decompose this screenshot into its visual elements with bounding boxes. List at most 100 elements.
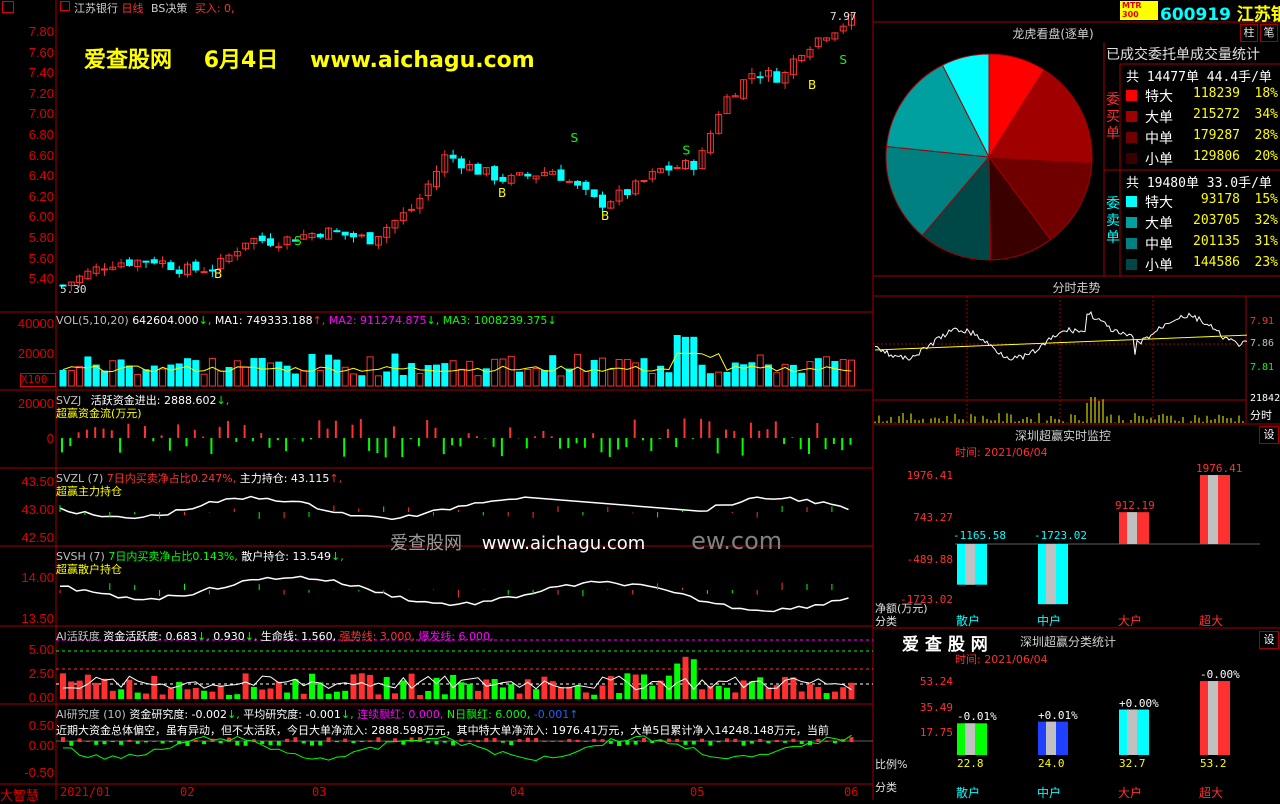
activity-bar	[93, 682, 100, 699]
monitor-bar-label: 912.19	[1115, 499, 1155, 513]
activity-bar	[118, 689, 125, 699]
volume-bar	[457, 368, 465, 387]
candle-body	[275, 246, 283, 249]
volume-bar	[150, 365, 158, 387]
research-red: 连续飘红: 0.000	[357, 708, 440, 721]
activity-bar	[234, 694, 241, 699]
ai-ylabel-2: 0.00	[28, 690, 54, 705]
volume-bar	[823, 356, 831, 387]
monitor-settings-button[interactable]: 设	[1259, 426, 1279, 444]
svsh-title: SVSH (7) 7日内买卖净占比0.143%, 散户持仓: 13.549↓,	[56, 550, 344, 563]
activity-bar	[558, 687, 564, 699]
research-bar	[94, 741, 99, 745]
research-bar	[534, 738, 539, 742]
activity-bar	[815, 687, 822, 699]
classify-settings-button[interactable]: 设	[1259, 631, 1279, 649]
watermark-site: 爱查股网	[84, 48, 173, 73]
watermark-url: www.aichagu.com	[309, 48, 535, 73]
volume-bar	[831, 361, 839, 387]
legend-swatch	[1126, 111, 1137, 122]
activity-bar	[400, 680, 407, 699]
volume-bar	[184, 358, 191, 387]
volume-bar	[715, 371, 723, 387]
volume-bars	[59, 334, 855, 387]
activity-bar	[499, 687, 506, 699]
classify-category: 中户	[1037, 786, 1062, 800]
vol-ma2: MA2: 911274.875	[328, 314, 427, 327]
order-row-value: 129806	[1193, 149, 1240, 164]
research-bar	[442, 741, 447, 743]
research-bar	[583, 740, 588, 742]
high-price-label: 7.97	[830, 10, 857, 23]
vol-title: VOL(5,10,20) 642604.000↓, MA1: 749333.18…	[56, 314, 557, 327]
volume-bar	[557, 375, 565, 387]
candle-body	[350, 233, 357, 238]
research-bar	[791, 738, 796, 742]
tick-view-button[interactable]: 笔	[1260, 24, 1278, 42]
activity-bar	[192, 687, 199, 699]
activity-bar	[740, 680, 747, 699]
volume-bar	[474, 375, 482, 387]
research-bar	[102, 741, 107, 745]
research-bar	[467, 740, 472, 742]
research-bar	[783, 741, 788, 743]
volume-bar	[374, 375, 382, 387]
volume-bar	[76, 366, 84, 387]
volume-bar	[756, 354, 764, 387]
ai-ylabel-1: 2.50	[28, 666, 54, 681]
volume-bar	[449, 360, 457, 387]
activity-bar	[143, 693, 149, 699]
classify-x-unit: 分类	[875, 781, 897, 794]
research-bar	[268, 741, 273, 746]
monitor-y-0: 1976.41	[906, 469, 953, 482]
collapse-icon[interactable]	[60, 1, 70, 11]
activity-bar	[566, 686, 573, 699]
research-bar	[766, 741, 771, 744]
volume-bar	[92, 364, 100, 387]
candle-body	[590, 189, 598, 198]
activity-bar	[176, 681, 183, 699]
order-row-label: 中单	[1145, 237, 1173, 253]
candle-body	[773, 71, 781, 83]
intraday-vol: 21842	[1250, 393, 1280, 404]
volume-bar	[200, 373, 208, 387]
activity-bar	[732, 692, 739, 699]
volume-bar	[723, 371, 731, 387]
classify-time: 时间: 2021/06/04	[955, 653, 1048, 666]
research-bar	[376, 737, 381, 742]
monitor-time: 时间: 2021/06/04	[955, 446, 1048, 459]
svzl-ratio: 0.247%	[190, 472, 233, 485]
research-bar	[152, 740, 157, 742]
svsh-ratio: 0.143%	[192, 550, 235, 563]
volume-bar	[848, 359, 855, 387]
volume-bar	[333, 359, 341, 387]
menu-icon[interactable]	[2, 1, 14, 13]
period-label[interactable]: 日线	[122, 2, 144, 15]
volume-bar	[383, 371, 391, 387]
volume-bar	[798, 372, 806, 387]
price-ylabel: 7.60	[28, 44, 54, 60]
volume-bar	[590, 360, 598, 387]
research-bar	[293, 737, 298, 742]
research-bar	[351, 741, 356, 744]
vol-ylabel-mid: 20000	[17, 346, 54, 361]
classify-category: 散户	[956, 786, 981, 800]
bar-view-button[interactable]: 柱	[1240, 24, 1258, 42]
intraday-p2: 7.86	[1250, 338, 1275, 349]
volume-bar	[540, 370, 548, 387]
legend-swatch	[1126, 90, 1137, 101]
dragon-title: 龙虎看盘(逐单)	[1012, 27, 1094, 41]
research-bar	[160, 741, 165, 744]
volume-bar	[433, 364, 440, 387]
volume-bar	[67, 369, 75, 387]
ai-lifeline: 生命线: 1.560	[260, 630, 333, 643]
order-row-pct: 31%	[1254, 234, 1278, 249]
volume-bar	[258, 357, 266, 387]
volume-bar	[275, 361, 283, 387]
research-value: 资金研究度: -0.002	[129, 708, 228, 721]
volume-bar	[267, 362, 274, 387]
volume-bar	[358, 375, 366, 387]
buy-signal-label: B	[601, 209, 609, 223]
stock-code-header: 600919 江苏银	[1160, 0, 1280, 25]
strategy-label: BS决策	[151, 2, 188, 15]
